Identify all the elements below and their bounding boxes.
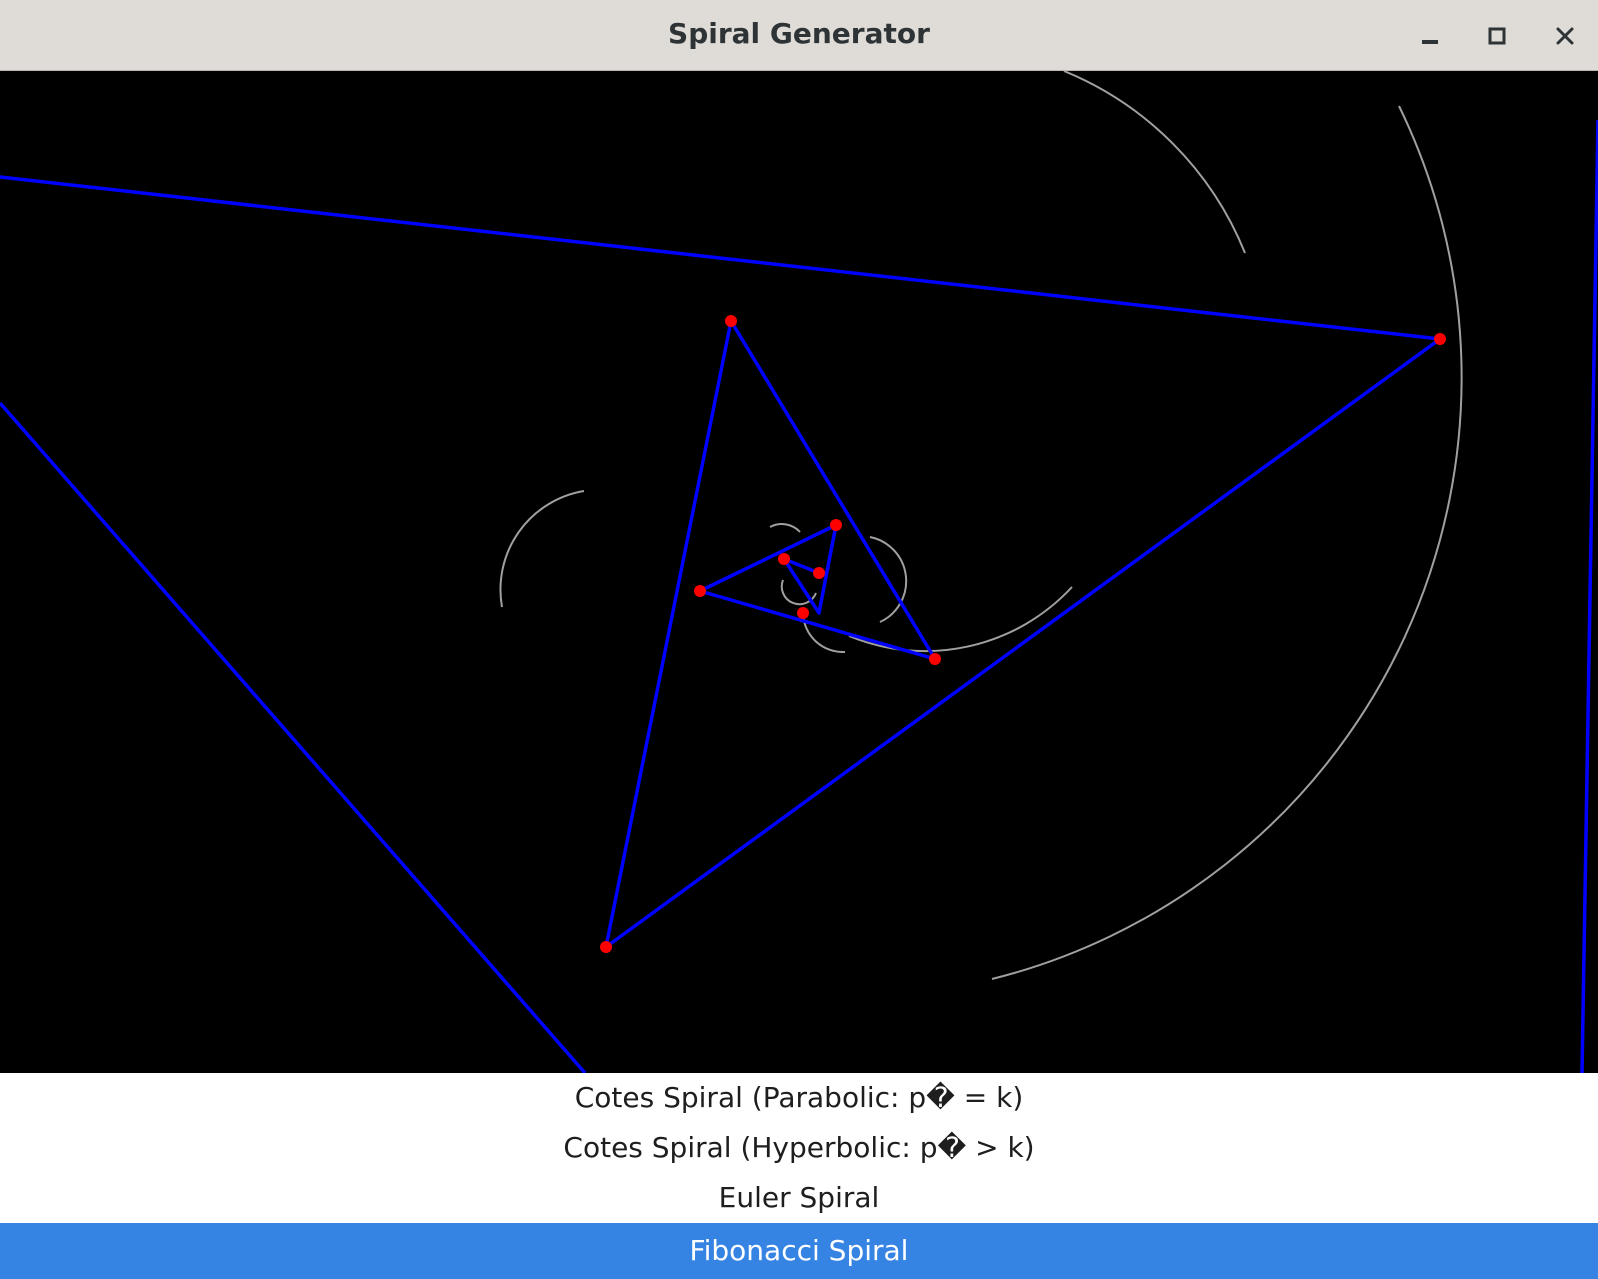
spiral-vertex xyxy=(830,519,842,531)
spiral-generator-window: Spiral Generator Cotes Spiral (Parabolic… xyxy=(0,0,1598,1279)
spiral-vertex xyxy=(929,653,941,665)
fibonacci-arcs xyxy=(499,71,1463,980)
list-item-euler[interactable]: Euler Spiral xyxy=(0,1173,1598,1223)
fibonacci-polyline xyxy=(0,119,1598,1073)
spiral-arc xyxy=(769,523,801,533)
minimize-icon xyxy=(1422,40,1438,44)
spiral-vertex xyxy=(813,567,825,579)
close-button[interactable] xyxy=(1545,16,1585,56)
spiral-segment xyxy=(0,401,587,1073)
spiral-vertex xyxy=(694,585,706,597)
maximize-button[interactable] xyxy=(1477,16,1517,56)
spiral-segment xyxy=(1580,119,1598,1073)
spiral-canvas[interactable] xyxy=(0,71,1598,1073)
spiral-arc xyxy=(1063,71,1246,254)
spiral-vertex xyxy=(778,553,790,565)
spiral-arc xyxy=(991,105,1463,980)
close-icon xyxy=(1556,27,1574,45)
list-item-fibonacci[interactable]: Fibonacci Spiral xyxy=(0,1223,1598,1279)
list-item-cotes-parabolic[interactable]: Cotes Spiral (Parabolic: p� = k) xyxy=(0,1073,1598,1123)
spiral-drawing xyxy=(0,71,1598,1073)
maximize-icon xyxy=(1488,27,1506,45)
spiral-vertex xyxy=(600,941,612,953)
list-item-cotes-hyperbolic[interactable]: Cotes Spiral (Hyperbolic: p� > k) xyxy=(0,1123,1598,1173)
spiral-arc xyxy=(499,490,585,608)
spiral-vertex xyxy=(1434,333,1446,345)
spiral-vertex xyxy=(725,315,737,327)
spiral-arc xyxy=(848,586,1073,653)
title-bar[interactable]: Spiral Generator xyxy=(0,0,1598,71)
spiral-type-list[interactable]: Cotes Spiral (Parabolic: p� = k) Cotes S… xyxy=(0,1073,1598,1279)
spiral-vertex xyxy=(797,607,809,619)
spiral-segment xyxy=(0,175,1442,949)
minimize-button[interactable] xyxy=(1410,16,1450,56)
window-title: Spiral Generator xyxy=(668,17,930,50)
